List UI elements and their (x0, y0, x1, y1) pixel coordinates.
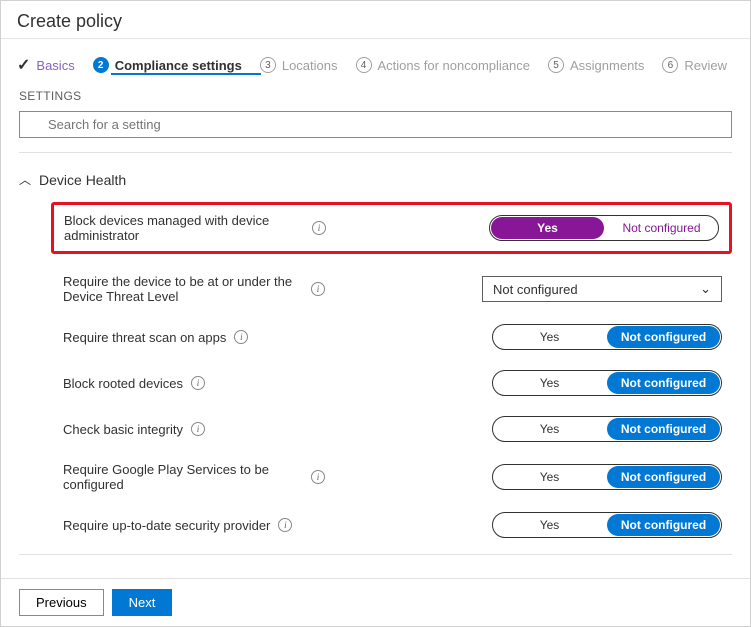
setting-label: Require up-to-date security provider i (63, 518, 358, 533)
settings-heading: SETTINGS (1, 75, 750, 111)
step-basics[interactable]: ✓ Basics (17, 55, 75, 75)
setting-label: Block devices managed with device admini… (64, 213, 344, 243)
step-number: 6 (662, 57, 678, 73)
step-number: 3 (260, 57, 276, 73)
label-text: Require the device to be at or under the… (63, 274, 303, 304)
info-icon[interactable]: i (191, 376, 205, 390)
toggle-option-yes[interactable]: Yes (493, 325, 606, 349)
label-text: Block devices managed with device admini… (64, 213, 304, 243)
setting-block-device-admin: Block devices managed with device admini… (64, 211, 719, 245)
toggle-block-device-admin[interactable]: Yes Not configured (489, 215, 719, 241)
step-number: 4 (356, 57, 372, 73)
toggle-option-yes[interactable]: Yes (493, 465, 606, 489)
step-compliance-settings[interactable]: 2 Compliance settings (93, 57, 242, 73)
setting-label: Require the device to be at or under the… (63, 274, 358, 304)
setting-control: Yes Not configured (352, 215, 719, 241)
setting-label: Check basic integrity i (63, 422, 358, 437)
step-actions[interactable]: 4 Actions for noncompliance (356, 57, 530, 73)
search-wrap (19, 111, 732, 138)
step-label: Locations (282, 58, 338, 73)
toggle-option-not-configured[interactable]: Not configured (607, 418, 720, 440)
dropdown-threat-level[interactable]: Not configured ⌄ (482, 276, 722, 302)
setting-control: Yes Not configured (366, 370, 722, 396)
toggle-option-not-configured[interactable]: Not configured (607, 372, 720, 394)
section-device-health[interactable]: ︿ Device Health (1, 165, 750, 198)
info-icon[interactable]: i (312, 221, 326, 235)
previous-button[interactable]: Previous (19, 589, 104, 616)
setting-label: Require Google Play Services to be confi… (63, 462, 358, 492)
toggle-option-yes[interactable]: Yes (493, 371, 606, 395)
step-locations[interactable]: 3 Locations (260, 57, 338, 73)
setting-control: Yes Not configured (366, 512, 722, 538)
toggle-option-yes[interactable]: Yes (493, 417, 606, 441)
info-icon[interactable]: i (191, 422, 205, 436)
toggle-option-not-configured[interactable]: Not configured (607, 326, 720, 348)
label-text: Require threat scan on apps (63, 330, 226, 345)
divider (19, 554, 732, 555)
setting-play-services: Require Google Play Services to be confi… (1, 452, 750, 502)
step-label: Review (684, 58, 727, 73)
label-text: Require up-to-date security provider (63, 518, 270, 533)
check-icon: ✓ (17, 55, 30, 75)
active-step-underline (111, 73, 261, 75)
label-text: Require Google Play Services to be confi… (63, 462, 303, 492)
toggle-option-not-configured[interactable]: Not configured (607, 466, 720, 488)
footer: Previous Next (1, 578, 750, 626)
search-input[interactable] (19, 111, 732, 138)
step-label: Compliance settings (115, 58, 242, 73)
toggle-option-yes[interactable]: Yes (493, 513, 606, 537)
setting-label: Block rooted devices i (63, 376, 358, 391)
wizard-steps: ✓ Basics 2 Compliance settings 3 Locatio… (1, 39, 750, 75)
dropdown-value: Not configured (493, 282, 578, 297)
setting-basic-integrity: Check basic integrity i Yes Not configur… (1, 406, 750, 452)
step-label: Assignments (570, 58, 644, 73)
step-label: Actions for noncompliance (378, 58, 530, 73)
toggle-threat-scan[interactable]: Yes Not configured (492, 324, 722, 350)
label-text: Check basic integrity (63, 422, 183, 437)
page-title: Create policy (1, 1, 750, 39)
setting-rooted-devices: Block rooted devices i Yes Not configure… (1, 360, 750, 406)
setting-threat-scan: Require threat scan on apps i Yes Not co… (1, 314, 750, 360)
chevron-up-icon: ︿ (19, 171, 31, 188)
setting-control: Yes Not configured (366, 416, 722, 442)
setting-label: Require threat scan on apps i (63, 330, 358, 345)
step-assignments[interactable]: 5 Assignments (548, 57, 644, 73)
toggle-play-services[interactable]: Yes Not configured (492, 464, 722, 490)
toggle-rooted-devices[interactable]: Yes Not configured (492, 370, 722, 396)
info-icon[interactable]: i (278, 518, 292, 532)
toggle-option-not-configured[interactable]: Not configured (605, 216, 718, 240)
label-text: Block rooted devices (63, 376, 183, 391)
step-number: 2 (93, 57, 109, 73)
info-icon[interactable]: i (311, 282, 325, 296)
setting-control: Yes Not configured (366, 324, 722, 350)
setting-security-provider: Require up-to-date security provider i Y… (1, 502, 750, 548)
step-label: Basics (36, 58, 74, 73)
info-icon[interactable]: i (311, 470, 325, 484)
setting-control: Yes Not configured (366, 464, 722, 490)
setting-threat-level: Require the device to be at or under the… (1, 264, 750, 314)
toggle-option-not-configured[interactable]: Not configured (607, 514, 720, 536)
toggle-security-provider[interactable]: Yes Not configured (492, 512, 722, 538)
info-icon[interactable]: i (234, 330, 248, 344)
next-button[interactable]: Next (112, 589, 173, 616)
step-review[interactable]: 6 Review (662, 57, 727, 73)
chevron-down-icon: ⌄ (700, 281, 711, 297)
divider (19, 152, 732, 153)
highlighted-setting: Block devices managed with device admini… (51, 202, 732, 254)
step-number: 5 (548, 57, 564, 73)
section-title: Device Health (39, 172, 126, 188)
toggle-option-yes[interactable]: Yes (491, 217, 604, 239)
setting-control: Not configured ⌄ (366, 276, 722, 302)
toggle-basic-integrity[interactable]: Yes Not configured (492, 416, 722, 442)
